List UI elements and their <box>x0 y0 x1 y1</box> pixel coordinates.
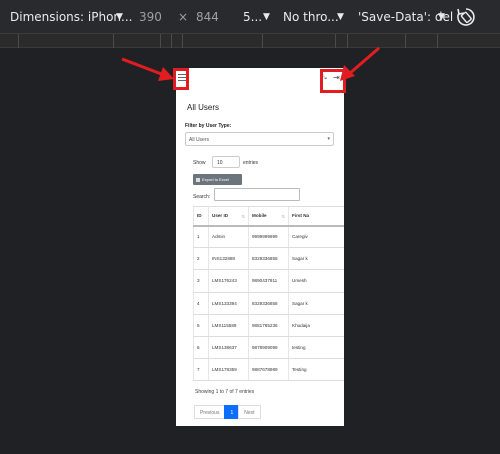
sort-icon: ⇅ <box>281 214 285 219</box>
rotate-icon[interactable] <box>455 6 477 28</box>
chevron-down-icon: ▾ <box>327 136 330 142</box>
annotation-arrow-left <box>121 57 174 81</box>
excel-icon <box>196 178 200 182</box>
device-select[interactable]: Dimensions: iPhon... <box>10 10 132 24</box>
users-table: ID User ID ⇅ Mobile ⇅ First Na 1 Admin 999… <box>193 206 344 382</box>
pagination: Previous 1 Next <box>194 405 261 419</box>
export-excel-label: Export to Excel <box>202 177 229 182</box>
page-1-button[interactable]: 1 <box>224 405 240 419</box>
width-field[interactable]: 390 <box>139 10 162 24</box>
export-excel-button[interactable]: Export to Excel <box>193 174 242 185</box>
cell-first-name: Khudaija <box>288 314 344 337</box>
cell-first-name: Testing <box>288 358 344 382</box>
cell-id: 3 <box>193 269 209 293</box>
cell-first-name: Sagar k <box>288 292 344 315</box>
column-header-user-id[interactable]: User ID ⇅ <box>208 206 249 227</box>
cell-id: 2 <box>193 247 209 271</box>
next-button[interactable]: Next <box>238 405 261 419</box>
cell-user-id: LMS176243 <box>208 269 249 293</box>
cell-user-id: LMS133394 <box>208 292 249 315</box>
height-field[interactable]: 844 <box>196 10 219 24</box>
throttle-select[interactable]: No thro... <box>283 10 339 24</box>
previous-button[interactable]: Previous <box>194 405 226 419</box>
cell-user-id: INS132888 <box>208 247 249 271</box>
column-header-first-name[interactable]: First Na <box>288 206 344 227</box>
table-row[interactable]: 6 LMS138637 9878909099 testing <box>193 336 344 360</box>
cell-first-name: Sagar k <box>288 247 344 271</box>
cell-id: 7 <box>193 358 209 382</box>
entries-label: entries <box>243 160 259 166</box>
table-header-row: ID User ID ⇅ Mobile ⇅ First Na <box>193 206 344 227</box>
entries-select[interactable]: 10 <box>212 156 240 168</box>
cell-id: 1 <box>193 225 209 249</box>
cell-user-id: LMS115589 <box>208 314 249 337</box>
cell-first-name: Umesh <box>288 269 344 293</box>
device-caret-icon[interactable]: ▼ <box>116 12 123 22</box>
page-title: All Users <box>187 103 220 112</box>
zoom-select[interactable]: 5... <box>243 10 262 24</box>
cell-id: 4 <box>193 292 209 315</box>
cell-first-name: Caregiv <box>288 225 344 249</box>
cell-id: 5 <box>193 314 209 337</box>
cell-mobile: 8329336858 <box>248 292 289 315</box>
table-info: Showing 1 to 7 of 7 entries <box>195 389 255 395</box>
table-row[interactable]: 5 LMS115589 9881765236 Khudaija <box>193 314 344 337</box>
table-row[interactable]: 1 Admin 9999999999 Caregiv <box>193 225 344 249</box>
search-label: Search: <box>193 194 211 200</box>
column-header-id[interactable]: ID <box>193 206 209 227</box>
show-label: Show <box>193 160 206 166</box>
table-row[interactable]: 2 INS132888 8329336858 Sagar k <box>193 247 344 271</box>
cell-user-id: LMS138637 <box>208 336 249 360</box>
cell-mobile: 9878909099 <box>248 336 289 360</box>
filter-label: Filter by User Type: <box>185 123 232 129</box>
cell-mobile: 8329336858 <box>248 247 289 271</box>
save-data-caret-icon[interactable]: ▼ <box>438 12 445 22</box>
table-row[interactable]: 3 LMS176243 9890437811 Umesh <box>193 269 344 293</box>
annotation-arrow-right <box>340 46 380 81</box>
table-row[interactable]: 4 LMS133394 8329336858 Sagar k <box>193 292 344 315</box>
device-viewport: ⤡ ⇥ All Users Filter by User Type: All U… <box>176 68 344 426</box>
user-type-select-value: All Users <box>189 137 210 143</box>
cell-user-id: LMS178359 <box>208 358 249 382</box>
cell-user-id: Admin <box>208 225 249 249</box>
user-type-select[interactable]: All Users ▾ <box>185 132 334 146</box>
cell-mobile: 9887678989 <box>248 358 289 382</box>
devtools-device-toolbar: Dimensions: iPhon... ▼ 390 × 844 5... ▼ … <box>0 0 500 34</box>
throttle-caret-icon[interactable]: ▼ <box>337 12 344 22</box>
table-row[interactable]: 7 LMS178359 9887678989 Testing <box>193 358 344 382</box>
cell-first-name: testing <box>288 336 344 360</box>
column-header-mobile[interactable]: Mobile ⇅ <box>248 206 289 227</box>
cell-mobile: 9881765236 <box>248 314 289 337</box>
zoom-caret-icon[interactable]: ▼ <box>263 12 270 22</box>
devtools-ruler <box>0 34 500 48</box>
cell-id: 6 <box>193 336 209 360</box>
cell-mobile: 9890437811 <box>248 269 289 293</box>
cell-mobile: 9999999999 <box>248 225 289 249</box>
search-input[interactable] <box>214 188 300 201</box>
times-glyph: × <box>178 10 189 24</box>
sort-icon: ⇅ <box>241 214 245 219</box>
